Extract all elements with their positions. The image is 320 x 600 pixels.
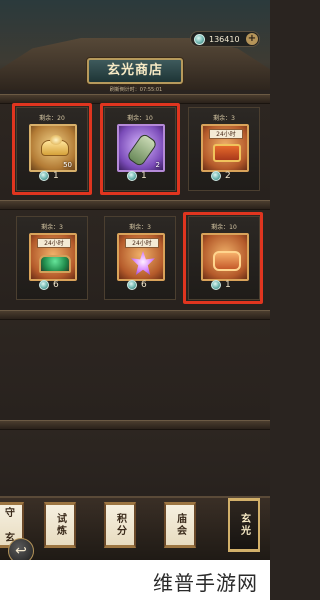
time-limit-tag: 24小时 bbox=[37, 238, 71, 248]
red-gift-box-icon bbox=[213, 144, 241, 162]
price-value: 6 bbox=[141, 280, 147, 290]
treasure-cart-icon bbox=[39, 255, 71, 273]
add-currency-button[interactable]: + bbox=[246, 33, 258, 45]
remaining-count: 剩余：3 bbox=[129, 224, 151, 231]
tab-miaohui[interactable]: 庙会 bbox=[164, 502, 196, 548]
item-frame: 24小时 bbox=[117, 233, 165, 281]
shelf-wall bbox=[0, 320, 270, 420]
shelf-beam bbox=[0, 420, 270, 430]
refresh-timer: 刷新倒计时：07:55:01 bbox=[109, 87, 163, 93]
item-price: 2 bbox=[211, 170, 231, 182]
shelf-beam bbox=[0, 310, 270, 320]
tab-jifen[interactable]: 积分 bbox=[104, 502, 136, 548]
highlight-box bbox=[12, 103, 92, 195]
tab-shilian[interactable]: 试炼 bbox=[44, 502, 76, 548]
shop-item-card[interactable]: 剩余：3 24小时 6 bbox=[104, 216, 176, 300]
highlight-box bbox=[183, 212, 263, 304]
shelf-beam bbox=[0, 200, 270, 210]
price-value: 6 bbox=[53, 280, 59, 290]
remaining-count: 剩余：3 bbox=[213, 115, 235, 122]
item-frame: 24小时 bbox=[29, 233, 77, 281]
gem-icon bbox=[127, 280, 137, 290]
shop-item-card[interactable]: 剩余：3 24小时 2 bbox=[188, 107, 260, 191]
time-limit-tag: 24小时 bbox=[125, 238, 159, 248]
price-value: 2 bbox=[225, 171, 231, 181]
item-price: 6 bbox=[39, 279, 59, 291]
currency-value: 136410 bbox=[209, 34, 240, 44]
shelf-wall bbox=[0, 430, 270, 496]
time-limit-tag: 24小时 bbox=[209, 129, 243, 139]
gem-icon bbox=[39, 280, 49, 290]
remaining-count: 剩余：3 bbox=[41, 224, 63, 231]
gem-icon bbox=[194, 33, 205, 45]
shop-item-card[interactable]: 剩余：3 24小时 6 bbox=[16, 216, 88, 300]
watermark-text: 维普手游网 bbox=[153, 571, 258, 595]
shop-title: 玄光商店 bbox=[87, 58, 183, 84]
item-price: 6 bbox=[127, 279, 147, 291]
gem-icon bbox=[211, 171, 221, 181]
tab-xuanguang[interactable]: 玄光 bbox=[228, 498, 260, 552]
highlight-box bbox=[100, 103, 180, 195]
currency-display: 136410 + bbox=[190, 31, 260, 47]
item-frame: 24小时 bbox=[201, 124, 249, 172]
lotus-icon bbox=[131, 251, 155, 275]
